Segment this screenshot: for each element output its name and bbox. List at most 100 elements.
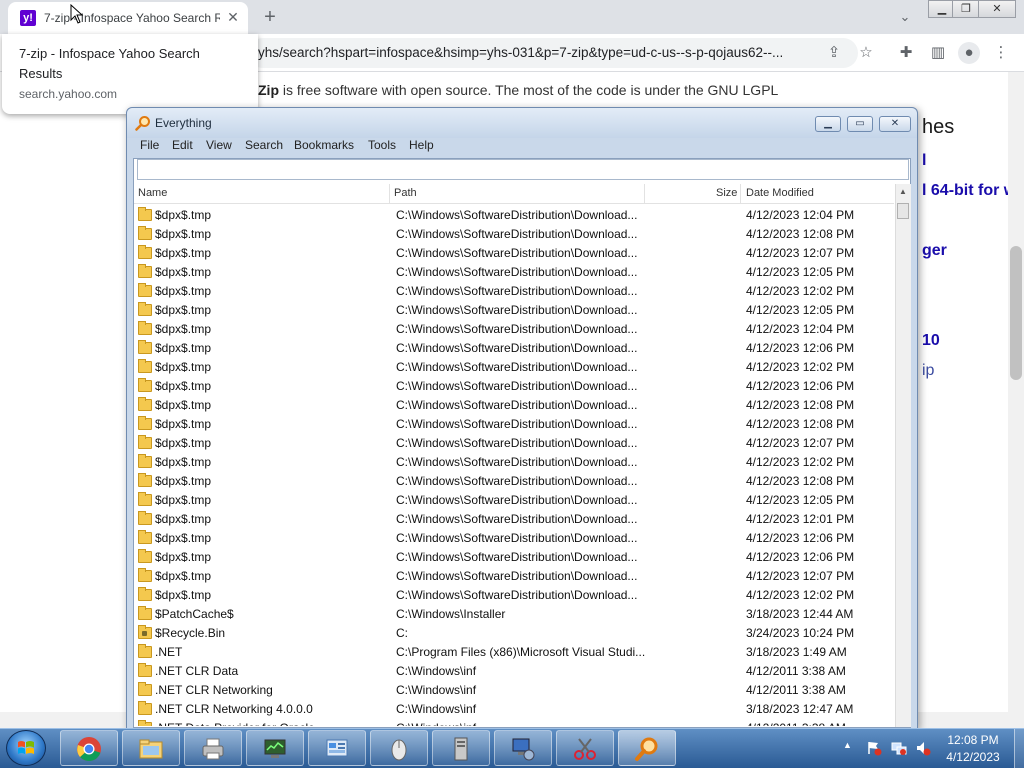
column-size[interactable]: Size bbox=[716, 187, 737, 199]
result-row[interactable]: $dpx$.tmp C:\Windows\SoftwareDistribution… bbox=[134, 339, 894, 358]
right-fragment-link[interactable]: ip bbox=[922, 362, 934, 380]
clock-time[interactable]: 12:08 PM bbox=[938, 733, 1008, 747]
result-row[interactable]: $dpx$.tmp C:\Windows\SoftwareDistribution… bbox=[134, 491, 894, 510]
menu-view[interactable]: View bbox=[206, 138, 232, 152]
everything-window: Everything ▁ ▭ ✕ File Edit View Search B… bbox=[126, 107, 918, 729]
page-vertical-scrollbar[interactable] bbox=[1008, 72, 1024, 712]
restore-button[interactable]: ❐ bbox=[952, 0, 980, 18]
side-panel-icon[interactable]: ▥ bbox=[927, 42, 949, 64]
result-row[interactable]: .NET CLR Networking C:\Windows\inf 4/12/20… bbox=[134, 681, 894, 700]
show-desktop-button[interactable] bbox=[1014, 729, 1024, 768]
result-row[interactable]: $dpx$.tmp C:\Windows\SoftwareDistribution… bbox=[134, 206, 894, 225]
result-date-modified: 4/12/2023 12:06 PM bbox=[746, 379, 855, 393]
menu-file[interactable]: File bbox=[140, 138, 159, 152]
result-row[interactable]: $dpx$.tmp C:\Windows\SoftwareDistribution… bbox=[134, 453, 894, 472]
taskbar-everything[interactable] bbox=[618, 730, 676, 766]
result-row[interactable]: $dpx$.tmp C:\Windows\SoftwareDistribution… bbox=[134, 263, 894, 282]
scroll-up-arrow-icon[interactable]: ▲ bbox=[897, 186, 909, 198]
right-fragment-link[interactable]: 10 bbox=[922, 332, 940, 350]
close-button[interactable]: ✕ bbox=[879, 116, 911, 132]
result-row[interactable]: $dpx$.tmp C:\Windows\SoftwareDistribution… bbox=[134, 377, 894, 396]
menu-search[interactable]: Search bbox=[245, 138, 283, 152]
clock-date[interactable]: 4/12/2023 bbox=[938, 750, 1008, 764]
network-tray-icon[interactable] bbox=[891, 740, 907, 756]
result-row[interactable]: $dpx$.tmp C:\Windows\SoftwareDistribution… bbox=[134, 282, 894, 301]
result-row[interactable]: .NET Data Provider for Oracle C:\Windows\… bbox=[134, 719, 894, 726]
menu-bookmarks[interactable]: Bookmarks bbox=[294, 138, 354, 152]
result-row[interactable]: $Recycle.Bin C: 3/24/2023 10:24 PM bbox=[134, 624, 894, 643]
menu-tools[interactable]: Tools bbox=[368, 138, 396, 152]
column-date-modified[interactable]: Date Modified bbox=[746, 187, 814, 199]
printer-icon bbox=[202, 738, 224, 760]
bookmark-star-icon[interactable]: ☆ bbox=[855, 42, 877, 64]
result-date-modified: 4/12/2023 12:02 PM bbox=[746, 360, 855, 374]
result-row[interactable]: $dpx$.tmp C:\Windows\SoftwareDistribution… bbox=[134, 567, 894, 586]
result-row[interactable]: $dpx$.tmp C:\Windows\SoftwareDistribution… bbox=[134, 320, 894, 339]
result-row[interactable]: $dpx$.tmp C:\Windows\SoftwareDistribution… bbox=[134, 586, 894, 605]
menu-edit[interactable]: Edit bbox=[172, 138, 193, 152]
right-fragment-link[interactable]: ger bbox=[922, 242, 947, 260]
minimize-button[interactable]: ▁ bbox=[815, 116, 841, 132]
show-hidden-icons-chevron-icon[interactable]: ▲ bbox=[843, 740, 852, 750]
taskbar-monitor[interactable] bbox=[246, 730, 304, 766]
result-row[interactable]: $dpx$.tmp C:\Windows\SoftwareDistribution… bbox=[134, 301, 894, 320]
taskbar-control-panel[interactable] bbox=[308, 730, 366, 766]
results-scrollbar[interactable] bbox=[895, 184, 911, 727]
folder-icon bbox=[138, 720, 152, 726]
extensions-puzzle-icon[interactable]: ✚ bbox=[895, 42, 917, 64]
tab-close-icon[interactable]: ✕ bbox=[224, 8, 242, 26]
url-text[interactable]: yhs/search?hspart=infospace&hsimp=yhs-03… bbox=[258, 45, 818, 60]
menu-dots-icon[interactable]: ⋮ bbox=[990, 42, 1012, 64]
browser-tab[interactable]: y! 7-zip - Infospace Yahoo Search R ✕ bbox=[8, 2, 248, 34]
result-row[interactable]: $dpx$.tmp C:\Windows\SoftwareDistribution… bbox=[134, 225, 894, 244]
taskbar-server[interactable] bbox=[432, 730, 490, 766]
profile-avatar-icon[interactable]: ● bbox=[958, 42, 980, 64]
menu-help[interactable]: Help bbox=[409, 138, 434, 152]
result-date-modified: 4/12/2023 12:08 PM bbox=[746, 398, 855, 412]
action-center-flag-icon[interactable] bbox=[866, 740, 882, 756]
result-row[interactable]: $dpx$.tmp C:\Windows\SoftwareDistribution… bbox=[134, 244, 894, 263]
taskbar-file-explorer[interactable] bbox=[122, 730, 180, 766]
column-divider[interactable] bbox=[740, 184, 741, 204]
taskbar-mouse[interactable] bbox=[370, 730, 428, 766]
result-row[interactable]: .NET CLR Data C:\Windows\inf 4/12/2011 3:3… bbox=[134, 662, 894, 681]
new-tab-button[interactable]: + bbox=[258, 5, 282, 29]
result-name: $dpx$.tmp bbox=[155, 588, 212, 602]
folder-icon bbox=[138, 606, 152, 620]
search-input[interactable] bbox=[137, 159, 909, 180]
result-row[interactable]: $dpx$.tmp C:\Windows\SoftwareDistribution… bbox=[134, 415, 894, 434]
share-icon[interactable]: ⇪ bbox=[823, 42, 845, 64]
maximize-button[interactable]: ▭ bbox=[847, 116, 873, 132]
tab-search-chevron-icon[interactable]: ⌄ bbox=[894, 6, 916, 28]
right-fragment-link[interactable]: l bbox=[922, 152, 926, 170]
everything-titlebar[interactable]: Everything ▁ ▭ ✕ bbox=[127, 108, 917, 138]
result-date-modified: 4/12/2011 3:38 AM bbox=[746, 664, 846, 678]
result-row[interactable]: .NET C:\Program Files (x86)\Microsoft Vis… bbox=[134, 643, 894, 662]
result-row[interactable]: $dpx$.tmp C:\Windows\SoftwareDistribution… bbox=[134, 396, 894, 415]
taskbar-network[interactable] bbox=[494, 730, 552, 766]
column-path[interactable]: Path bbox=[394, 187, 417, 199]
result-row[interactable]: $dpx$.tmp C:\Windows\SoftwareDistribution… bbox=[134, 510, 894, 529]
result-row[interactable]: $dpx$.tmp C:\Windows\SoftwareDistribution… bbox=[134, 548, 894, 567]
result-row[interactable]: $dpx$.tmp C:\Windows\SoftwareDistribution… bbox=[134, 472, 894, 491]
result-row[interactable]: $dpx$.tmp C:\Windows\SoftwareDistribution… bbox=[134, 358, 894, 377]
taskbar-chrome[interactable] bbox=[60, 730, 118, 766]
taskbar-snipping-tool[interactable] bbox=[556, 730, 614, 766]
result-row[interactable]: $PatchCache$ C:\Windows\Installer 3/18/202… bbox=[134, 605, 894, 624]
result-name: $dpx$.tmp bbox=[155, 284, 212, 298]
results-scroll-thumb[interactable] bbox=[897, 203, 909, 219]
close-window-button[interactable]: ✕ bbox=[978, 0, 1016, 18]
page-scroll-thumb[interactable] bbox=[1010, 246, 1022, 380]
result-row[interactable]: $dpx$.tmp C:\Windows\SoftwareDistribution… bbox=[134, 529, 894, 548]
column-divider[interactable] bbox=[644, 184, 645, 204]
folder-icon bbox=[138, 682, 152, 696]
volume-muted-icon[interactable] bbox=[915, 740, 931, 756]
right-fragment-link[interactable]: l 64-bit for w bbox=[922, 182, 1016, 200]
result-name: $dpx$.tmp bbox=[155, 322, 212, 336]
result-row[interactable]: $dpx$.tmp C:\Windows\SoftwareDistribution… bbox=[134, 434, 894, 453]
column-divider[interactable] bbox=[389, 184, 390, 204]
result-path: C:\Windows\inf bbox=[396, 664, 477, 678]
taskbar-printer[interactable] bbox=[184, 730, 242, 766]
result-row[interactable]: .NET CLR Networking 4.0.0.0 C:\Windows\in… bbox=[134, 700, 894, 719]
column-name[interactable]: Name bbox=[138, 187, 167, 199]
